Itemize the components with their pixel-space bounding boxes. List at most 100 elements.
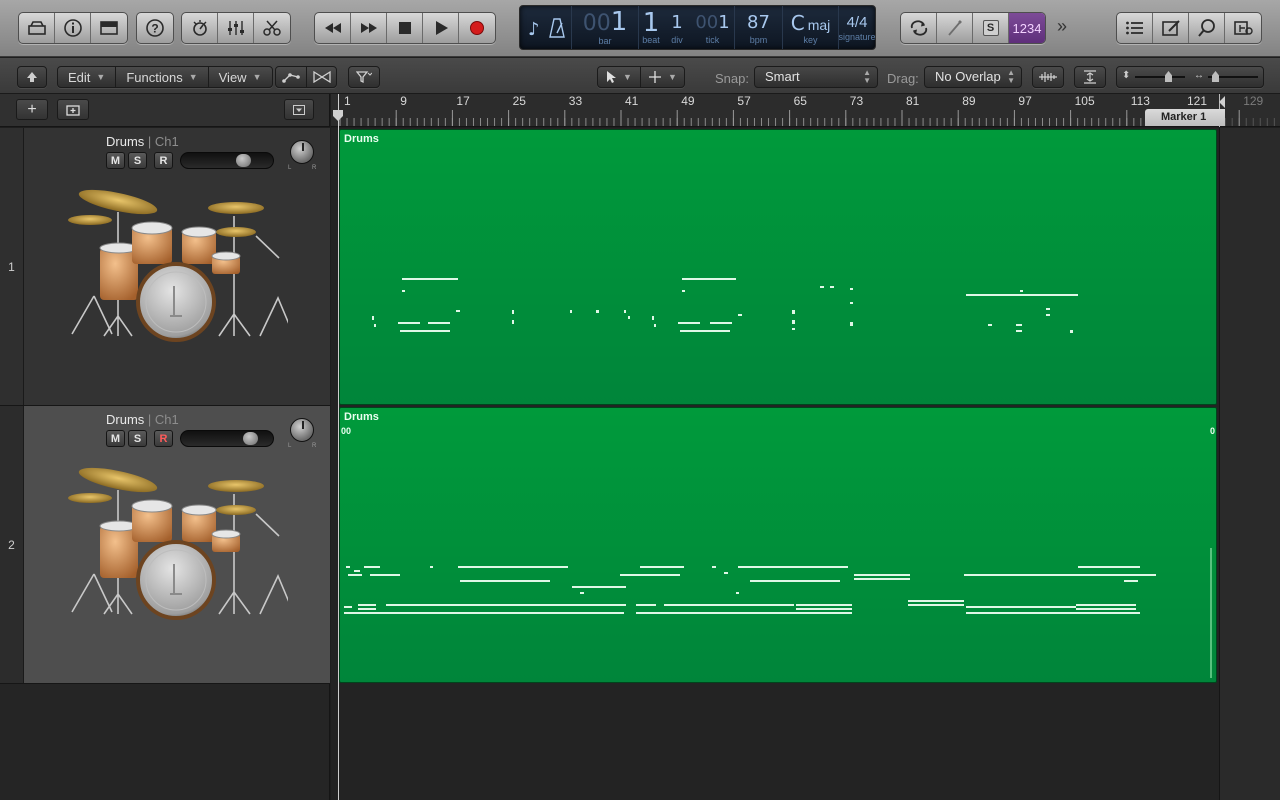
lcd-display[interactable]: ♪ 001 bar 1 beat 1 div 001 tick 87 bpm C… xyxy=(519,5,876,50)
record-enable-button[interactable]: R xyxy=(154,430,173,447)
pan-knob[interactable] xyxy=(290,418,314,442)
drag-value: No Overlap xyxy=(935,69,1001,84)
slider-thumb[interactable] xyxy=(1212,71,1219,82)
catch-filter-button[interactable] xyxy=(348,66,380,88)
region-name: Drums xyxy=(344,133,379,145)
lcd-signature[interactable]: 4/4 signature xyxy=(838,6,875,49)
toolbar-button[interactable] xyxy=(91,13,127,43)
smart-controls-button[interactable] xyxy=(182,13,218,43)
volume-slider-knob[interactable] xyxy=(236,154,251,167)
snap-select[interactable]: Smart ▲ ▼ xyxy=(754,66,878,88)
play-button[interactable] xyxy=(423,13,459,43)
track-name[interactable]: Drums | Ch1 xyxy=(106,412,179,427)
tracks-area[interactable]: Drums Drums 00 0 xyxy=(331,128,1280,800)
browsers-button[interactable] xyxy=(1225,13,1261,43)
rewind-icon xyxy=(324,23,341,33)
track-header-toolbar: + xyxy=(0,94,330,127)
new-track-button[interactable]: + xyxy=(16,99,48,120)
inspector-button[interactable] xyxy=(55,13,91,43)
volume-slider[interactable] xyxy=(180,430,274,447)
track-number: 1 xyxy=(0,128,24,405)
solo-button[interactable]: S xyxy=(128,152,147,169)
lcd-tempo[interactable]: 87 bpm xyxy=(735,6,783,49)
more-controls-button[interactable]: » xyxy=(1057,16,1067,37)
solo-mode-label: S xyxy=(982,20,999,36)
tuner-icon xyxy=(947,20,962,36)
lcd-beat[interactable]: 1 beat xyxy=(639,6,663,49)
functions-menu-label: Functions xyxy=(126,69,183,85)
volume-slider-knob[interactable] xyxy=(243,432,258,445)
drummer-region-2[interactable]: Drums 00 0 xyxy=(339,407,1217,683)
mixer-icon xyxy=(227,21,244,35)
solo-mode-button[interactable]: S xyxy=(973,13,1009,43)
solo-button[interactable]: S xyxy=(128,430,147,447)
after-project-end xyxy=(1219,128,1280,800)
lcd-tick-value: 1 xyxy=(718,11,730,33)
lcd-bar-leading: 00 xyxy=(582,10,611,36)
slider-thumb[interactable] xyxy=(1165,71,1172,82)
flex-button[interactable] xyxy=(307,67,337,87)
count-in-button[interactable]: 1234 xyxy=(1009,13,1045,43)
loop-browser-button[interactable] xyxy=(1189,13,1225,43)
left-click-tool-menu[interactable]: ▼ xyxy=(598,67,642,87)
fast-forward-button[interactable] xyxy=(351,13,387,43)
track-header-1[interactable]: 1 Drums | Ch1 M S R L R xyxy=(0,128,330,406)
edit-menu[interactable]: Edit ▼ xyxy=(58,67,117,87)
lcd-division[interactable]: 1 div xyxy=(663,6,691,49)
region-loop-start-label: 00 xyxy=(341,426,352,436)
vertical-zoom-slider[interactable]: ⬍ xyxy=(1117,67,1190,87)
cycle-button[interactable] xyxy=(901,13,937,43)
mute-button[interactable]: M xyxy=(106,430,125,447)
stop-button[interactable] xyxy=(387,13,423,43)
stop-icon xyxy=(398,22,411,34)
track-name[interactable]: Drums | Ch1 xyxy=(106,134,179,149)
functions-menu[interactable]: Functions ▼ xyxy=(116,67,209,87)
quick-help-button[interactable]: ? xyxy=(137,13,173,43)
new-track-stack-button[interactable] xyxy=(57,99,89,120)
project-end-marker-icon[interactable] xyxy=(1217,94,1227,110)
drag-select[interactable]: No Overlap ▲ ▼ xyxy=(924,66,1022,88)
track-name-text: Drums xyxy=(106,412,145,427)
lcd-metronome[interactable]: ♪ xyxy=(520,6,572,49)
pan-knob[interactable] xyxy=(290,140,314,164)
lcd-tick[interactable]: 001 tick xyxy=(691,6,735,49)
vertical-auto-zoom-button[interactable] xyxy=(1074,66,1106,88)
ruler-bar-label: 17 xyxy=(456,94,470,108)
playhead-handle-icon[interactable] xyxy=(333,110,345,126)
track-channel: Ch1 xyxy=(154,412,179,427)
marker-1[interactable]: Marker 1 xyxy=(1145,109,1225,126)
playhead[interactable] xyxy=(338,94,339,800)
up-level-button[interactable] xyxy=(17,66,47,88)
view-menu[interactable]: View ▼ xyxy=(209,67,272,87)
list-editors-button[interactable] xyxy=(1117,13,1153,43)
rewind-button[interactable] xyxy=(315,13,351,43)
snap-value: Smart xyxy=(765,69,800,84)
global-tracks-button[interactable] xyxy=(284,99,314,120)
note-pad-button[interactable] xyxy=(1153,13,1189,43)
automation-button[interactable] xyxy=(276,67,307,87)
record-enable-button[interactable]: R xyxy=(154,152,173,169)
mixer-button[interactable] xyxy=(218,13,254,43)
lcd-key[interactable]: Cmaj key xyxy=(783,6,839,49)
drummer-region-1[interactable]: Drums xyxy=(339,129,1217,405)
mute-button[interactable]: M xyxy=(106,152,125,169)
track-header-2[interactable]: 2 Drums | Ch1 M S R L R xyxy=(0,406,330,684)
track-name-text: Drums xyxy=(106,134,145,149)
horizontal-zoom-slider[interactable]: ↔ xyxy=(1190,67,1263,87)
library-button[interactable] xyxy=(19,13,55,43)
tool-menus: ▼ ▼ xyxy=(597,66,685,88)
editors-button[interactable] xyxy=(254,13,290,43)
local-menus: Edit ▼ Functions ▼ View ▼ xyxy=(57,66,273,88)
waveform-zoom-button[interactable] xyxy=(1032,66,1064,88)
lcd-bar[interactable]: 001 bar xyxy=(572,6,639,49)
vertical-arrows-icon: ⬍ xyxy=(1122,70,1131,81)
pointer-tool-icon xyxy=(607,71,616,83)
view-toggle-group xyxy=(18,12,128,44)
tuner-button[interactable] xyxy=(937,13,973,43)
bar-ruler[interactable]: 1 9 17 25 33 41 49 57 65 73 81 89 97 105 113 121 129 Mar… xyxy=(331,94,1280,127)
volume-slider[interactable] xyxy=(180,152,274,169)
record-button[interactable] xyxy=(459,13,495,43)
chevron-down-icon xyxy=(293,104,305,115)
inspector-icon xyxy=(63,19,82,37)
command-click-tool-menu[interactable]: ▼ xyxy=(641,67,684,87)
